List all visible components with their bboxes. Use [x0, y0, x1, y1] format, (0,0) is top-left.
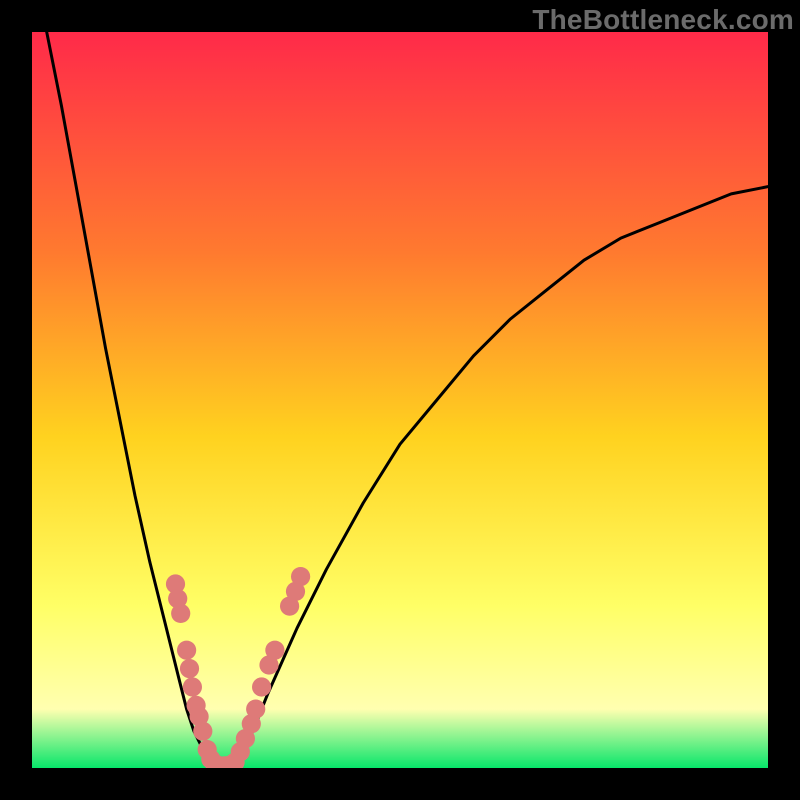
plot-area: [32, 32, 768, 768]
data-marker: [291, 567, 310, 586]
data-marker: [171, 604, 190, 623]
data-marker: [265, 641, 284, 660]
chart-frame: TheBottleneck.com: [0, 0, 800, 800]
data-marker: [193, 722, 212, 741]
watermark-text: TheBottleneck.com: [532, 4, 794, 36]
data-marker: [180, 659, 199, 678]
data-marker: [246, 700, 265, 719]
gradient-background: [32, 32, 768, 768]
data-marker: [183, 677, 202, 696]
chart-svg: [32, 32, 768, 768]
data-marker: [177, 641, 196, 660]
data-marker: [252, 677, 271, 696]
